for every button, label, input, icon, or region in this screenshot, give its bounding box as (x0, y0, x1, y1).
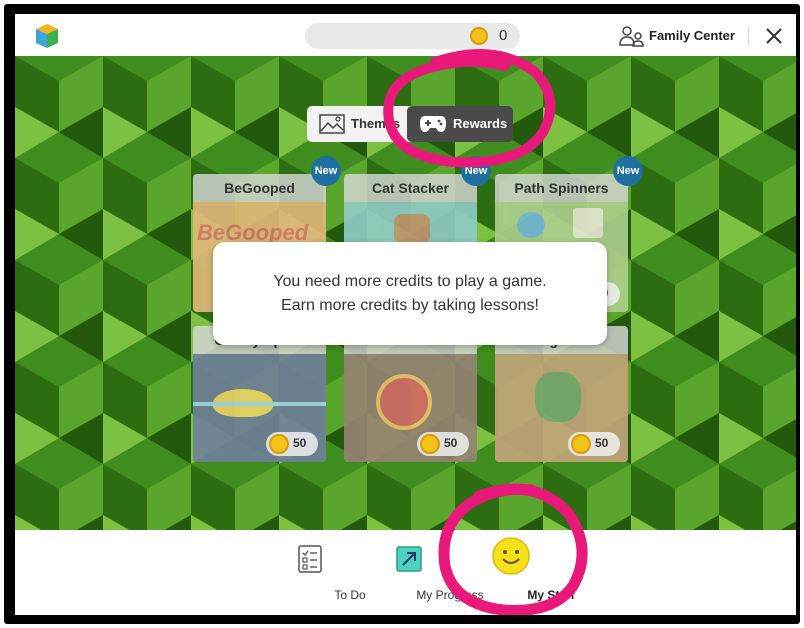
coin-icon (470, 27, 488, 45)
price-amount: 50 (444, 436, 458, 450)
family-icon[interactable] (619, 25, 645, 47)
game-title: BeGooped (224, 180, 295, 196)
price-tag: 50 (266, 432, 318, 456)
dialog-line-2: Earn more credits by taking lessons! (281, 297, 539, 314)
family-center-link[interactable]: Family Center (649, 28, 735, 43)
price-tag: 50 (417, 432, 469, 456)
progress-arrow-icon (396, 546, 422, 572)
app-screen: 0 Family Center Themes Rewards BeGooped … (15, 14, 796, 615)
coin-icon (420, 434, 440, 454)
price-amount: 50 (293, 436, 307, 450)
close-icon[interactable] (764, 26, 784, 46)
coin-icon (269, 434, 289, 454)
coin-icon (571, 434, 591, 454)
dialog-line-1: You need more credits to play a game. (273, 273, 547, 290)
gamepad-icon (420, 116, 446, 132)
game-title: Path Spinners (514, 180, 609, 196)
game-title: Cat Stacker (371, 180, 450, 196)
device-frame: 0 Family Center Themes Rewards BeGooped … (4, 4, 800, 624)
new-badge: New (311, 156, 341, 186)
nav-my-stuff[interactable]: My Stuff (471, 530, 575, 615)
tab-themes-label: Themes (351, 116, 401, 131)
price-tag: 50 (568, 432, 620, 456)
tab-themes[interactable]: Themes (307, 106, 417, 142)
game-card-wizard-pinball[interactable]: Wizard Pinball 50 (344, 326, 477, 462)
divider (748, 26, 749, 46)
nav-my-stuff-label: My Stuff (527, 588, 575, 602)
new-badge: New (461, 156, 491, 186)
game-card-galaxy-sprint[interactable]: Galaxy Sprint 50 (193, 326, 326, 462)
checklist-icon (298, 545, 322, 573)
app-logo-icon (36, 24, 58, 48)
nav-todo[interactable]: To Do (270, 530, 366, 615)
game-card-dig-site[interactable]: Dig Site 50 (495, 326, 628, 462)
tab-rewards-label: Rewards (453, 116, 508, 131)
top-bar: 0 Family Center (15, 14, 796, 56)
tab-bar: Themes Rewards (307, 106, 513, 142)
smiley-icon (492, 537, 530, 575)
price-amount: 50 (595, 436, 609, 450)
nav-my-progress[interactable]: My Progress (370, 530, 484, 615)
bottom-nav: To Do My Progress My Stuff (15, 530, 796, 615)
rewards-area: Themes Rewards BeGooped BeGooped Cat Sta… (15, 56, 796, 530)
image-icon (319, 114, 345, 134)
insufficient-credits-dialog: You need more credits to play a game. Ea… (213, 242, 607, 345)
new-badge: New (613, 156, 643, 186)
tab-rewards[interactable]: Rewards (407, 106, 513, 142)
credits-count: 0 (499, 27, 508, 44)
